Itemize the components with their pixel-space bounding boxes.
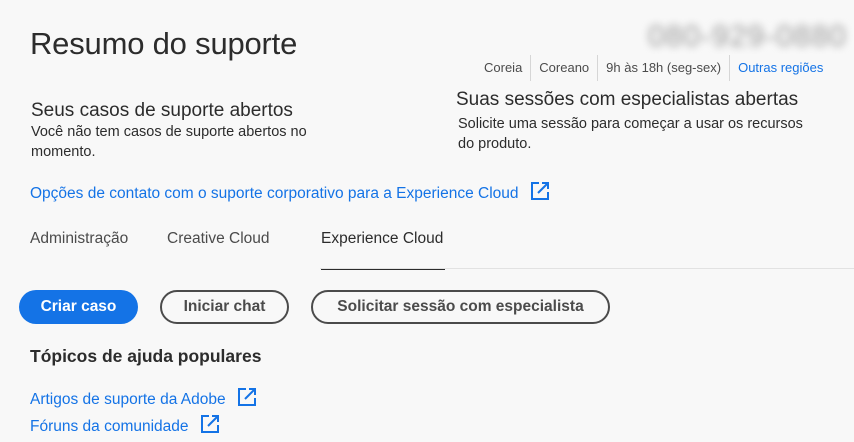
expert-sessions-text: Solicite uma sessão para começar a usar … bbox=[458, 116, 803, 152]
enterprise-contact-link-label: Opções de contato com o suporte corporat… bbox=[30, 184, 519, 202]
region-country: Coreia bbox=[484, 60, 523, 75]
product-tabs: Administração Creative Cloud Experience … bbox=[30, 222, 450, 270]
region-language: Coreano bbox=[530, 55, 597, 81]
enterprise-contact-link[interactable]: Opções de contato com o suporte corporat… bbox=[30, 180, 551, 207]
page-title: Resumo do suporte bbox=[30, 26, 298, 61]
tabs-divider bbox=[320, 268, 854, 269]
tab-administracao[interactable]: Administração bbox=[30, 230, 128, 248]
tab-creative-cloud[interactable]: Creative Cloud bbox=[167, 230, 270, 248]
help-topics-heading: Tópicos de ajuda populares bbox=[30, 346, 262, 366]
external-link-icon bbox=[529, 180, 551, 207]
start-chat-button[interactable]: Iniciar chat bbox=[160, 290, 289, 324]
request-expert-session-button[interactable]: Solicitar sessão com especialista bbox=[311, 290, 610, 324]
support-phone-number: 080-929-0880 bbox=[648, 20, 847, 53]
community-forums-label: Fóruns da comunidade bbox=[30, 417, 189, 435]
other-regions-link[interactable]: Outras regiões bbox=[729, 55, 831, 81]
adobe-support-articles-link[interactable]: Artigos de suporte da Adobe bbox=[30, 386, 258, 413]
expert-sessions-heading: Suas sessões com especialistas abertas bbox=[456, 89, 799, 110]
open-cases-text: Você não tem casos de suporte abertos no… bbox=[31, 124, 307, 160]
create-case-button[interactable]: Criar caso bbox=[19, 290, 138, 324]
region-bar: Coreia Coreano 9h às 18h (seg-sex) Outra… bbox=[476, 55, 831, 81]
region-hours: 9h às 18h (seg-sex) bbox=[597, 55, 729, 81]
community-forums-link[interactable]: Fóruns da comunidade bbox=[30, 413, 221, 440]
tab-experience-cloud[interactable]: Experience Cloud bbox=[321, 230, 443, 248]
adobe-support-articles-label: Artigos de suporte da Adobe bbox=[30, 390, 226, 408]
open-cases-heading: Seus casos de suporte abertos bbox=[31, 100, 293, 121]
external-link-icon bbox=[199, 413, 221, 440]
external-link-icon bbox=[236, 386, 258, 413]
